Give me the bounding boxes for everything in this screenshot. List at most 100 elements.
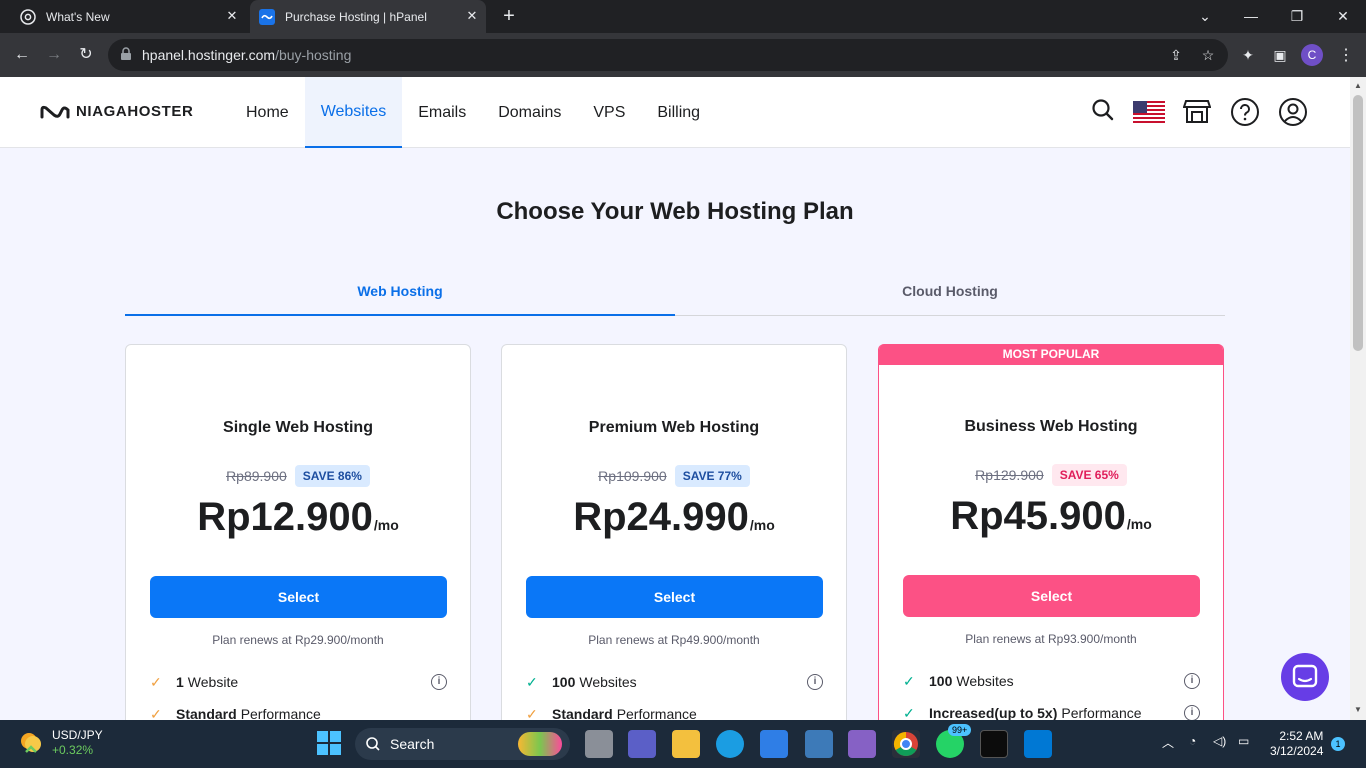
tab-web-hosting[interactable]: Web Hosting bbox=[125, 278, 675, 316]
price-amount: Rp12.900 bbox=[197, 495, 373, 539]
tab-cloud-hosting[interactable]: Cloud Hosting bbox=[675, 278, 1225, 316]
info-icon[interactable]: i bbox=[1184, 673, 1200, 689]
minimize-button[interactable]: — bbox=[1228, 4, 1274, 28]
search-icon bbox=[366, 737, 380, 751]
save-badge: SAVE 86% bbox=[294, 465, 370, 487]
nav-domains[interactable]: Domains bbox=[482, 77, 577, 148]
scroll-up-arrow[interactable]: ▲ bbox=[1354, 81, 1362, 90]
teams-icon[interactable] bbox=[628, 730, 656, 758]
info-icon[interactable]: i bbox=[431, 674, 447, 690]
browser-tab-whats-new[interactable]: What's New ✕ bbox=[8, 0, 246, 33]
close-tab-icon[interactable]: ✕ bbox=[464, 8, 480, 24]
info-icon[interactable]: i bbox=[1184, 705, 1200, 721]
nav-billing[interactable]: Billing bbox=[641, 77, 716, 148]
browser-tab-purchase-hosting[interactable]: Purchase Hosting | hPanel ✕ bbox=[250, 0, 486, 33]
plan-name: Single Web Hosting bbox=[223, 419, 373, 436]
feature-text: Websites bbox=[579, 674, 637, 690]
notification-badge[interactable]: 1 bbox=[1331, 737, 1345, 751]
store-icon[interactable] bbox=[1182, 97, 1213, 127]
info-icon[interactable]: i bbox=[807, 674, 823, 690]
plan-card-business: MOST POPULAR Business Web Hosting Rp129.… bbox=[878, 344, 1224, 744]
share-icon[interactable]: ⇪ bbox=[1166, 45, 1186, 65]
forward-button[interactable]: → bbox=[42, 43, 66, 67]
search-highlight-icon bbox=[518, 732, 562, 756]
feature-bold: Increased(up to 5x) bbox=[929, 705, 1058, 721]
hosting-type-tabs: Web Hosting Cloud Hosting bbox=[125, 278, 1225, 316]
check-icon: ✓ bbox=[903, 704, 915, 721]
whatsapp-icon[interactable]: 99+ bbox=[936, 724, 972, 758]
taskbar-search[interactable]: Search bbox=[355, 728, 570, 760]
tab-title: What's New bbox=[46, 9, 110, 24]
vscode-icon[interactable] bbox=[1024, 730, 1052, 758]
select-button[interactable]: Select bbox=[526, 576, 823, 618]
search-icon[interactable] bbox=[1090, 97, 1120, 127]
most-popular-ribbon: MOST POPULAR bbox=[879, 344, 1223, 365]
ticker-change: +0.32% bbox=[52, 743, 94, 757]
close-tab-icon[interactable]: ✕ bbox=[224, 8, 240, 24]
close-window-button[interactable]: ✕ bbox=[1320, 4, 1366, 28]
niagahoster-logo[interactable]: NIAGAHOSTER bbox=[40, 103, 193, 120]
nav-vps[interactable]: VPS bbox=[577, 77, 641, 148]
new-tab-button[interactable]: + bbox=[498, 6, 520, 28]
ms-store-icon[interactable] bbox=[760, 730, 788, 758]
profile-avatar[interactable]: C bbox=[1301, 44, 1323, 66]
page-title: Choose Your Web Hosting Plan bbox=[496, 198, 854, 225]
feature-text: Performance bbox=[1061, 705, 1142, 721]
price-period: /mo bbox=[1126, 516, 1152, 532]
account-icon[interactable] bbox=[1278, 97, 1308, 127]
tab-search-icon[interactable]: ⌄ bbox=[1182, 4, 1228, 28]
volume-icon[interactable]: ◁) bbox=[1213, 734, 1226, 748]
visual-studio-icon[interactable] bbox=[848, 730, 876, 758]
clock[interactable]: 2:52 AM 3/12/2024 bbox=[1270, 729, 1323, 759]
price-amount: Rp24.990 bbox=[573, 495, 749, 539]
select-button[interactable]: Select bbox=[903, 575, 1200, 617]
task-view-icon[interactable] bbox=[585, 730, 613, 758]
python-icon[interactable] bbox=[805, 730, 833, 758]
back-button[interactable]: ← bbox=[10, 43, 34, 67]
menu-kebab-icon[interactable]: ⋮ bbox=[1338, 45, 1354, 65]
scroll-thumb[interactable] bbox=[1353, 95, 1363, 351]
scroll-down-arrow[interactable]: ▼ bbox=[1354, 705, 1362, 714]
nav-home[interactable]: Home bbox=[230, 77, 305, 148]
feature-bold: 100 bbox=[552, 674, 576, 690]
feature-item: ✓ 100 Websites i bbox=[903, 671, 1200, 691]
url-text: hpanel.hostinger.com/buy-hosting bbox=[142, 47, 352, 63]
extensions-icon[interactable]: ✦ bbox=[1238, 45, 1258, 65]
logo-icon bbox=[40, 105, 70, 118]
check-icon: ✓ bbox=[526, 673, 538, 690]
price-row: Rp89.900 SAVE 86% bbox=[126, 465, 470, 487]
feature-bold: 1 bbox=[176, 674, 184, 690]
feature-item: ✓ 1 Website i bbox=[150, 672, 447, 692]
page-scrollbar[interactable]: ▲ ▼ bbox=[1350, 77, 1366, 720]
price: Rp24.990 /mo bbox=[502, 495, 846, 540]
us-flag-icon[interactable] bbox=[1133, 101, 1165, 131]
battery-icon[interactable]: ▭ bbox=[1238, 734, 1249, 748]
edge-icon[interactable] bbox=[716, 730, 744, 758]
chat-support-button[interactable] bbox=[1281, 653, 1329, 701]
main-nav: Home Websites Emails Domains VPS Billing bbox=[230, 77, 716, 148]
plan-name: Business Web Hosting bbox=[964, 418, 1138, 435]
side-panel-icon[interactable]: ▣ bbox=[1270, 45, 1290, 65]
old-price: Rp129.900 bbox=[975, 467, 1044, 483]
site-header: NIAGAHOSTER Home Websites Emails Domains… bbox=[0, 77, 1350, 148]
help-icon[interactable] bbox=[1230, 97, 1260, 127]
select-button[interactable]: Select bbox=[150, 576, 447, 618]
stock-widget[interactable]: USD/JPY +0.32% bbox=[18, 728, 103, 758]
nav-emails[interactable]: Emails bbox=[402, 77, 482, 148]
restore-button[interactable]: ❐ bbox=[1274, 4, 1320, 28]
old-price: Rp109.900 bbox=[598, 468, 667, 484]
price: Rp12.900 /mo bbox=[126, 495, 470, 540]
address-bar[interactable]: hpanel.hostinger.com/buy-hosting ⇪ ☆ bbox=[108, 39, 1228, 71]
tray-overflow-icon[interactable]: ︿ bbox=[1162, 734, 1174, 751]
currency-icon bbox=[21, 733, 41, 753]
wifi-icon[interactable]: ◔ bbox=[1189, 734, 1196, 748]
windows-start-icon[interactable] bbox=[316, 730, 344, 758]
search-label: Search bbox=[390, 736, 435, 752]
chrome-taskbar-icon[interactable] bbox=[892, 730, 920, 758]
bookmark-star-icon[interactable]: ☆ bbox=[1198, 45, 1218, 65]
renew-text: Plan renews at Rp49.900/month bbox=[588, 633, 760, 647]
terminal-icon[interactable] bbox=[980, 730, 1008, 758]
reload-button[interactable]: ↻ bbox=[74, 43, 98, 67]
file-explorer-icon[interactable] bbox=[672, 730, 700, 758]
nav-websites[interactable]: Websites bbox=[304, 77, 403, 148]
